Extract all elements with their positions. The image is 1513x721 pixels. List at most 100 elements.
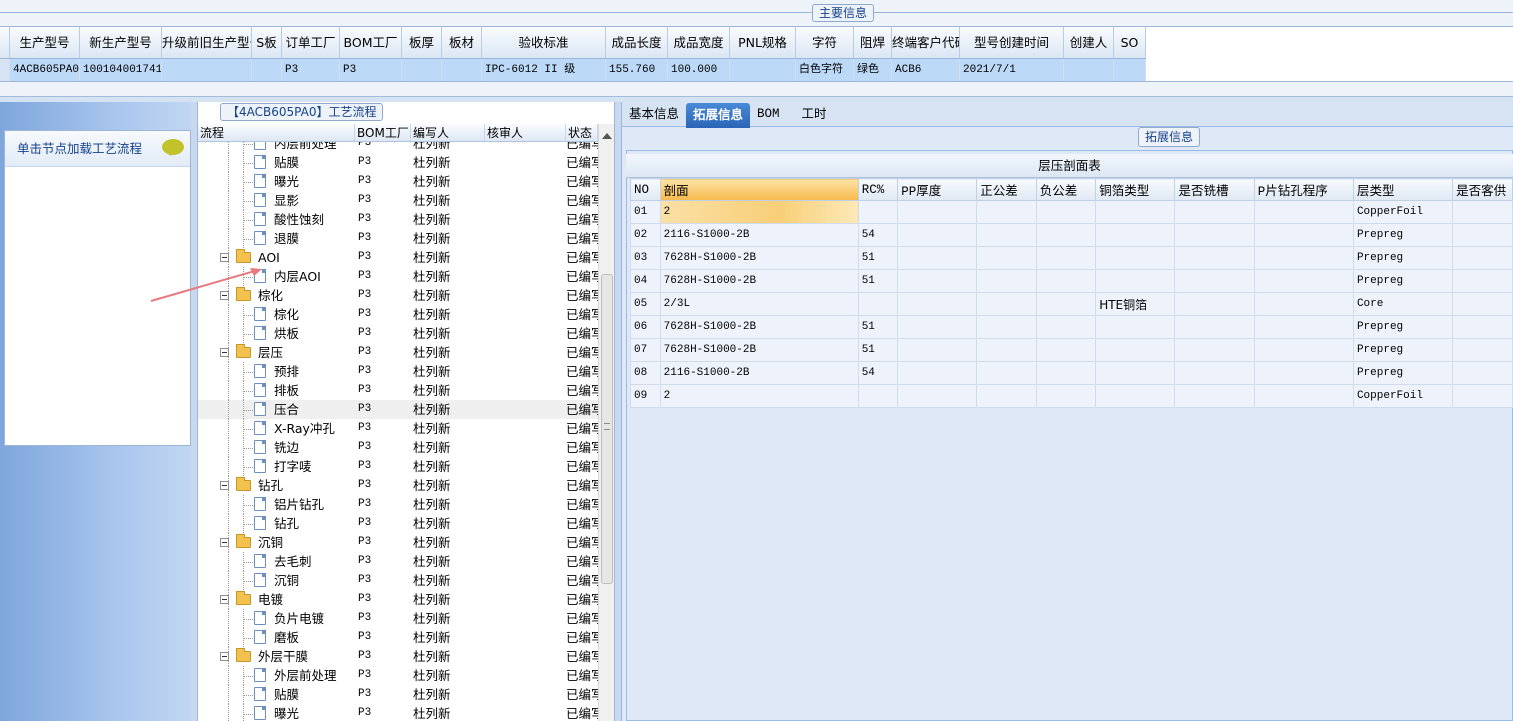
lamination-cell[interactable]	[1253, 292, 1354, 316]
lamination-cell[interactable]: 05	[630, 292, 661, 316]
tree-col-header[interactable]: 核审人	[485, 124, 566, 141]
lamination-cell[interactable]: 7628H-S1000-2B	[659, 269, 859, 293]
main-cell[interactable]: P3	[282, 59, 340, 81]
main-col-header[interactable]: 成品长度	[606, 27, 668, 58]
main-cell[interactable]: 10010400174125	[80, 59, 162, 81]
lamination-cell[interactable]	[976, 384, 1037, 408]
lamination-cell[interactable]: 54	[857, 361, 899, 385]
tab-bom[interactable]: BOM	[750, 102, 787, 127]
tree-row[interactable]: 退膜 P3 杜列新 已编写	[198, 229, 598, 248]
tree-row[interactable]: 钻孔 P3 杜列新 已编写	[198, 514, 598, 533]
lamination-cell[interactable]: 51	[857, 315, 899, 339]
lamination-cell[interactable]: 09	[630, 384, 661, 408]
tree-row[interactable]: 去毛刺 P3 杜列新 已编写	[198, 552, 598, 571]
lamination-row[interactable]: 07 7628H-S1000-2B 51 Prepreg	[630, 338, 1513, 362]
lamination-cell[interactable]	[1095, 200, 1176, 224]
main-col-header[interactable]: 成品宽度	[668, 27, 730, 58]
tree-node[interactable]: 酸性蚀刻	[198, 210, 355, 229]
lamination-cell[interactable]	[1174, 269, 1255, 293]
lamination-cell[interactable]	[897, 246, 978, 270]
lamination-cell[interactable]: 06	[630, 315, 661, 339]
lamination-cell[interactable]: 7628H-S1000-2B	[659, 338, 859, 362]
main-cell[interactable]: ACB6	[892, 59, 960, 81]
tree-row[interactable]: 沉铜 P3 杜列新 已编写	[198, 533, 598, 552]
tree-row[interactable]: 曝光 P3 杜列新 已编写	[198, 704, 598, 721]
lamination-col-header[interactable]: P片钻孔程序	[1253, 178, 1354, 201]
tab-work-hours[interactable]: 工时	[795, 102, 834, 127]
lamination-cell[interactable]	[1253, 384, 1354, 408]
scrollbar-thumb[interactable]	[601, 274, 613, 584]
main-cell[interactable]: 2021/7/1	[960, 59, 1064, 81]
middle-splitter[interactable]	[614, 102, 622, 721]
lamination-cell[interactable]: Core	[1352, 292, 1454, 316]
main-col-header[interactable]: 型号创建时间	[960, 27, 1064, 58]
lamination-cell[interactable]	[1035, 223, 1097, 247]
lamination-cell[interactable]	[1452, 246, 1513, 270]
main-col-header[interactable]: 板厚	[402, 27, 442, 58]
tree-node[interactable]: 负片电镀	[198, 609, 355, 628]
lamination-cell[interactable]: Prepreg	[1352, 338, 1454, 362]
tree-node[interactable]: 压合	[198, 400, 355, 419]
lamination-cell[interactable]	[1095, 384, 1176, 408]
main-col-header[interactable]: 阻焊	[854, 27, 892, 58]
main-col-header[interactable]: PNL规格	[730, 27, 796, 58]
tree-node[interactable]: 预排	[198, 362, 355, 381]
lamination-cell[interactable]	[897, 292, 978, 316]
lamination-cell[interactable]	[1452, 269, 1513, 293]
tree-row[interactable]: 预排 P3 杜列新 已编写	[198, 362, 598, 381]
main-col-header[interactable]: S板	[252, 27, 282, 58]
row-indicator[interactable]	[0, 59, 10, 81]
tree-node[interactable]: 钻孔	[198, 514, 355, 533]
tree-node[interactable]: 内层前处理	[198, 142, 355, 153]
lamination-cell[interactable]: Prepreg	[1352, 246, 1454, 270]
lamination-cell[interactable]: 2/3L	[659, 292, 859, 316]
tree-node[interactable]: 层压	[198, 343, 355, 362]
lamination-col-header[interactable]: 层类型	[1352, 178, 1454, 201]
main-col-header[interactable]: SO	[1114, 27, 1146, 58]
lamination-cell[interactable]	[976, 200, 1037, 224]
collapse-icon[interactable]	[220, 538, 229, 547]
main-cell[interactable]	[442, 59, 482, 81]
lamination-cell[interactable]	[897, 315, 978, 339]
main-col-header[interactable]: 创建人	[1064, 27, 1114, 58]
lamination-cell[interactable]	[1452, 292, 1513, 316]
lamination-row[interactable]: 08 2116-S1000-2B 54 Prepreg	[630, 361, 1513, 385]
collapse-icon[interactable]	[220, 253, 229, 262]
tree-node[interactable]: 内层AOI	[198, 267, 355, 286]
main-cell[interactable]	[402, 59, 442, 81]
lamination-cell[interactable]	[976, 292, 1037, 316]
lamination-cell[interactable]: 2	[659, 200, 859, 224]
main-cell[interactable]: 白色字符	[796, 59, 854, 81]
tree-row[interactable]: 磨板 P3 杜列新 已编写	[198, 628, 598, 647]
lamination-cell[interactable]	[1253, 269, 1354, 293]
tree-node[interactable]: 贴膜	[198, 685, 355, 704]
tree-row[interactable]: 外层干膜 P3 杜列新 已编写	[198, 647, 598, 666]
tree-node[interactable]: 去毛刺	[198, 552, 355, 571]
lamination-cell[interactable]	[897, 384, 978, 408]
tree-row[interactable]: 曝光 P3 杜列新 已编写	[198, 172, 598, 191]
lamination-col-header[interactable]: 是否客供	[1452, 178, 1513, 201]
tree-row[interactable]: 棕化 P3 杜列新 已编写	[198, 286, 598, 305]
tree-row[interactable]: 烘板 P3 杜列新 已编写	[198, 324, 598, 343]
lamination-cell[interactable]	[897, 200, 978, 224]
lamination-cell[interactable]	[976, 246, 1037, 270]
tree-row[interactable]: 铣边 P3 杜列新 已编写	[198, 438, 598, 457]
lamination-cell[interactable]	[1095, 246, 1176, 270]
process-tree-scrollbar[interactable]	[598, 124, 614, 721]
lamination-cell[interactable]: 7628H-S1000-2B	[659, 315, 859, 339]
collapse-icon[interactable]	[220, 595, 229, 604]
tree-row[interactable]: 贴膜 P3 杜列新 已编写	[198, 153, 598, 172]
lamination-cell[interactable]	[976, 315, 1037, 339]
lamination-cell[interactable]	[1253, 246, 1354, 270]
lamination-cell[interactable]: Prepreg	[1352, 361, 1454, 385]
tree-col-header[interactable]: 流程	[198, 124, 355, 141]
lamination-cell[interactable]: 2	[659, 384, 859, 408]
lamination-cell[interactable]	[1452, 200, 1513, 224]
lamination-row[interactable]: 09 2 CopperFoil	[630, 384, 1513, 408]
lamination-cell[interactable]	[976, 338, 1037, 362]
lamination-cell[interactable]	[1174, 338, 1255, 362]
main-cell[interactable]	[252, 59, 282, 81]
lamination-cell[interactable]: 08	[630, 361, 661, 385]
tab-basic-info[interactable]: 基本信息	[622, 102, 686, 127]
lamination-cell[interactable]	[857, 384, 899, 408]
